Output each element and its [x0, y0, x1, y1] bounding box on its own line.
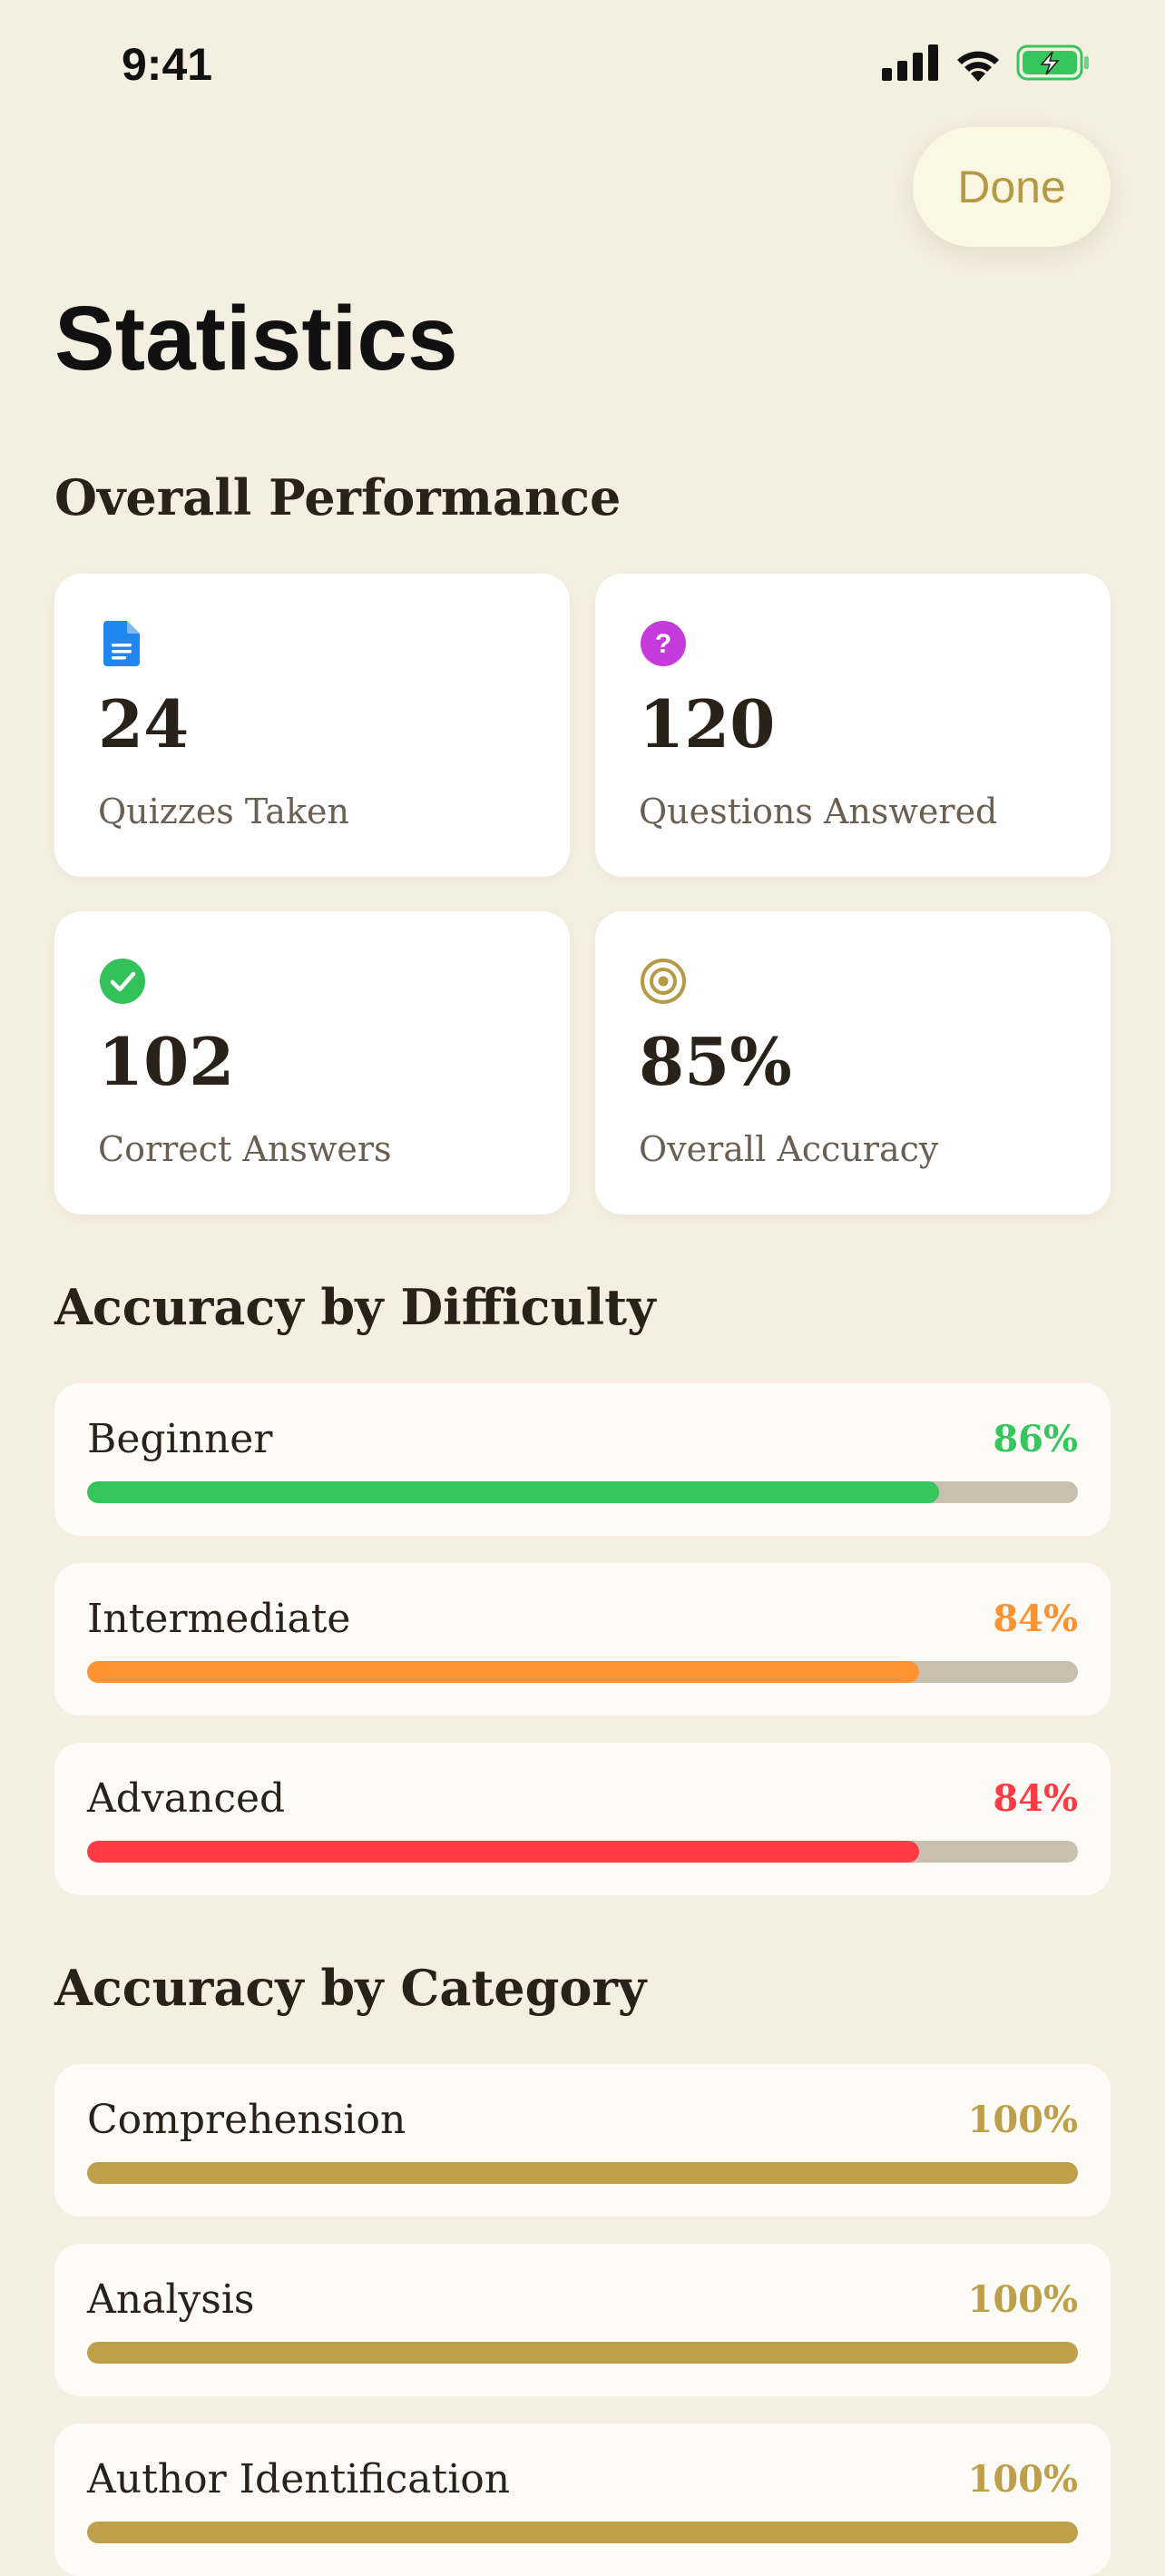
accuracy-bar-fill [87, 1661, 920, 1683]
accuracy-bar-track [87, 1661, 1078, 1683]
accuracy-label: Comprehension [87, 2097, 406, 2143]
stat-value: 102 [98, 1023, 235, 1100]
stat-label: Questions Answered [639, 791, 998, 831]
stat-label: Quizzes Taken [98, 791, 349, 831]
accuracy-value: 100% [967, 2278, 1078, 2321]
accuracy-value: 100% [967, 2458, 1078, 2501]
accuracy-bar-fill [87, 1841, 920, 1863]
stat-label: Overall Accuracy [639, 1129, 939, 1169]
signal-icon [882, 44, 938, 81]
target-icon [641, 959, 686, 1004]
section-title-difficulty: Accuracy by Difficulty [54, 1278, 656, 1336]
accuracy-label: Author Identification [87, 2456, 511, 2502]
battery-charging-icon [1016, 44, 1089, 81]
checkmark-circle-icon [100, 959, 145, 1004]
stat-value: 120 [639, 685, 776, 762]
accuracy-value: 84% [993, 1598, 1078, 1640]
stat-card-overall-accuracy: 85% Overall Accuracy [595, 911, 1111, 1214]
difficulty-row-intermediate: Intermediate 84% [54, 1563, 1111, 1716]
page-title: Statistics [54, 288, 458, 389]
accuracy-value: 86% [993, 1418, 1078, 1460]
section-title-category: Accuracy by Category [54, 1959, 647, 2017]
status-icons [882, 44, 1091, 82]
stat-value: 85% [639, 1023, 792, 1100]
accuracy-bar-track [87, 1481, 1078, 1503]
accuracy-bar-fill [87, 1481, 940, 1503]
accuracy-bar-track [87, 1841, 1078, 1863]
difficulty-row-beginner: Beginner 86% [54, 1383, 1111, 1536]
accuracy-value: 84% [993, 1777, 1078, 1820]
stat-card-correct-answers: 102 Correct Answers [54, 911, 570, 1214]
status-time: 9:41 [122, 39, 213, 90]
done-button[interactable]: Done [913, 127, 1111, 247]
accuracy-value: 100% [967, 2099, 1078, 2141]
accuracy-bar-track [87, 2162, 1078, 2184]
svg-text:?: ? [655, 629, 671, 659]
accuracy-label: Intermediate [87, 1596, 351, 1642]
stat-card-questions-answered: ? 120 Questions Answered [595, 574, 1111, 877]
category-row-author-identification: Author Identification 100% [54, 2424, 1111, 2576]
difficulty-row-advanced: Advanced 84% [54, 1743, 1111, 1895]
document-icon [103, 621, 140, 666]
accuracy-label: Analysis [87, 2276, 255, 2323]
accuracy-label: Beginner [87, 1416, 273, 1462]
question-circle-icon: ? [641, 621, 686, 666]
accuracy-bar-track [87, 2522, 1078, 2543]
accuracy-bar-track [87, 2342, 1078, 2364]
stat-value: 24 [98, 685, 190, 762]
accuracy-bar-fill [87, 2522, 1078, 2543]
status-bar: 9:41 [0, 0, 1165, 127]
accuracy-label: Advanced [87, 1775, 286, 1822]
stat-label: Correct Answers [98, 1129, 392, 1169]
wifi-icon [957, 51, 999, 82]
category-row-comprehension: Comprehension 100% [54, 2064, 1111, 2217]
category-row-analysis: Analysis 100% [54, 2244, 1111, 2396]
section-title-overall: Overall Performance [54, 468, 622, 526]
accuracy-bar-fill [87, 2162, 1078, 2184]
accuracy-bar-fill [87, 2342, 1078, 2364]
stat-card-quizzes-taken: 24 Quizzes Taken [54, 574, 570, 877]
